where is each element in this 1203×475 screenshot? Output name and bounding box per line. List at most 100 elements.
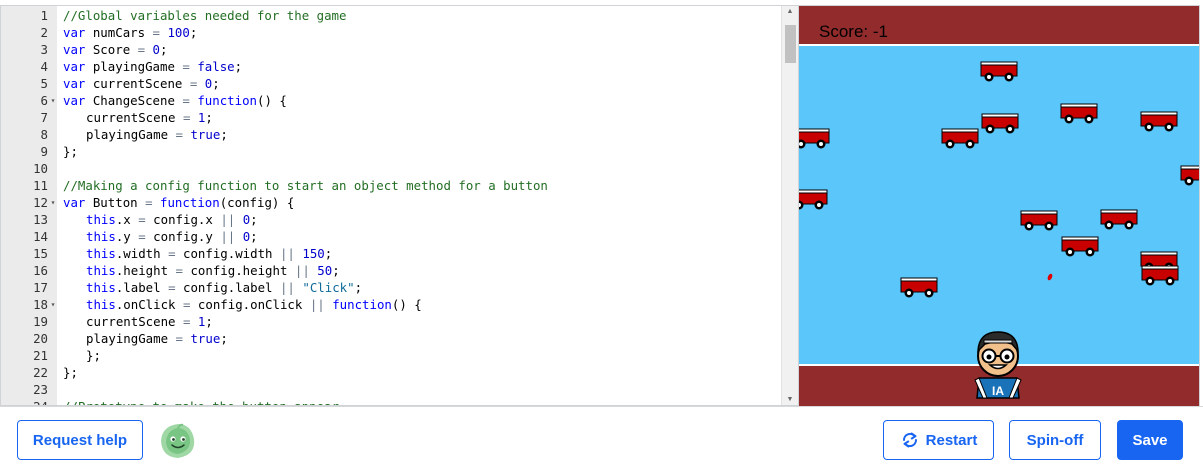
line-number: 15 [33, 246, 48, 261]
code-line[interactable]: 20 playingGame = true; [1, 330, 781, 347]
code-line[interactable]: 3 var Score = 0; [1, 41, 781, 58]
line-code: this.y = config.y || 0; [86, 228, 258, 245]
code-line[interactable]: 12 ▾ var Button = function(config) { [1, 194, 781, 211]
code-line[interactable]: 8 playingGame = true; [1, 126, 781, 143]
code-line[interactable]: 4 var playingGame = false; [1, 58, 781, 75]
code-token: || [309, 297, 325, 312]
line-number: 18 [33, 297, 48, 312]
code-token: //Global variables needed for the game [63, 8, 347, 23]
code-token: || [220, 229, 236, 244]
line-code: playingGame = true; [86, 126, 228, 143]
code-token: this [86, 297, 116, 312]
code-line[interactable]: 5 var currentScene = 0; [1, 75, 781, 92]
scrollbar-thumb[interactable] [785, 25, 796, 63]
code-line[interactable]: 14 this.y = config.y || 0; [1, 228, 781, 245]
line-code: playingGame = true; [86, 330, 228, 347]
restart-icon [902, 432, 917, 448]
code-token: currentScene [86, 110, 183, 125]
code-line[interactable]: 15 this.width = config.width || 150; [1, 245, 781, 262]
line-code: currentScene = 1; [86, 313, 213, 330]
code-line[interactable]: 6 ▾ var ChangeScene = function() { [1, 92, 781, 109]
code-token: config.onClick [190, 297, 310, 312]
code-line[interactable]: 24 //Prototype to make the button appear [1, 398, 781, 405]
code-token: () { [257, 93, 287, 108]
code-token: = [168, 280, 176, 295]
code-token: = [168, 246, 176, 261]
fold-toggle-icon[interactable]: ▾ [49, 194, 57, 211]
code-token: var [63, 42, 86, 57]
request-help-label: Request help [32, 431, 128, 449]
code-line[interactable]: 2 var numCars = 100; [1, 24, 781, 41]
line-code: }; [86, 347, 101, 364]
code-token: ChangeScene [85, 93, 183, 108]
code-token: 150 [302, 246, 325, 261]
code-editor[interactable]: 1//Global variables needed for the game 2… [0, 5, 798, 406]
code-token: ; [234, 59, 243, 74]
fold-toggle-icon[interactable]: ▾ [49, 92, 57, 109]
code-token: ; [354, 280, 363, 295]
line-code: //Making a config function to start an o… [63, 177, 548, 194]
line-number: 20 [33, 331, 48, 346]
code-token: 50 [317, 263, 333, 278]
game-canvas[interactable]: Score: -1 IA [798, 5, 1200, 407]
code-line[interactable]: 18 ▾ this.onClick = config.onClick || func… [1, 296, 781, 313]
line-code: var Score = 0; [63, 41, 167, 58]
fold-toggle-icon[interactable]: ▾ [49, 296, 57, 313]
code-token: this [86, 263, 116, 278]
code-line[interactable]: 13 this.x = config.x || 0; [1, 211, 781, 228]
line-number: 8 [40, 127, 48, 142]
code-token: = [145, 195, 153, 210]
save-label: Save [1132, 431, 1168, 449]
code-token: .label [115, 280, 169, 295]
line-code: this.label = config.label || "Click"; [86, 279, 362, 296]
code-line[interactable]: 19 currentScene = 1; [1, 313, 781, 330]
editor-scrollbar[interactable]: ▲ ▼ [781, 6, 798, 405]
code-line[interactable]: 17 this.label = config.label || "Click"; [1, 279, 781, 296]
code-token: || [294, 263, 310, 278]
code-token: var [63, 25, 86, 40]
player-badge-text: IA [992, 384, 1004, 398]
code-token: false [197, 59, 235, 74]
code-line[interactable]: 10 [1, 160, 781, 177]
code-token: = [152, 25, 160, 40]
code-token: ; [205, 314, 213, 329]
code-token: 0 [152, 42, 161, 57]
code-token: = [182, 59, 190, 74]
line-code: var ChangeScene = function() { [63, 92, 287, 109]
scroll-up-arrow-icon[interactable]: ▲ [782, 8, 798, 15]
code-token: this [86, 246, 116, 261]
code-token: .onClick [115, 297, 183, 312]
code-token: numCars [85, 25, 153, 40]
code-line[interactable]: 23 [1, 381, 781, 398]
line-code: //Prototype to make the button appear [63, 398, 339, 405]
code-token: //Making a config function to start an o… [63, 178, 548, 193]
request-help-button[interactable]: Request help [17, 420, 143, 460]
line-number: 24 [1, 398, 48, 405]
restart-button[interactable]: Restart [883, 420, 994, 460]
code-token: ; [205, 110, 213, 125]
avatar-icon[interactable] [158, 421, 198, 461]
line-number: 5 [40, 76, 48, 91]
save-button[interactable]: Save [1117, 420, 1183, 460]
code-token: = [138, 212, 146, 227]
code-line[interactable]: 1 //Global variables needed for the game [1, 7, 781, 24]
spin-off-button[interactable]: Spin-off [1009, 420, 1101, 460]
code-line[interactable]: 22}; [1, 364, 781, 381]
scroll-down-arrow-icon[interactable]: ▼ [782, 396, 798, 403]
code-line[interactable]: 7 currentScene = 1; [1, 109, 781, 126]
code-line[interactable]: 9}; [1, 143, 781, 160]
code-line[interactable]: 16 this.height = config.height || 50; [1, 262, 781, 279]
code-token: || [220, 212, 236, 227]
code-token: true [190, 331, 221, 346]
code-token: 100 [167, 25, 190, 40]
code-line[interactable]: 21}; [1, 347, 781, 364]
code-token: playingGame [86, 127, 176, 142]
code-token: = [175, 331, 183, 346]
code-token: var [63, 59, 86, 74]
code-token: ; [220, 331, 228, 346]
code-token: config.label [175, 280, 280, 295]
line-code: var currentScene = 0; [63, 75, 220, 92]
code-line[interactable]: 11 //Making a config function to start an… [1, 177, 781, 194]
